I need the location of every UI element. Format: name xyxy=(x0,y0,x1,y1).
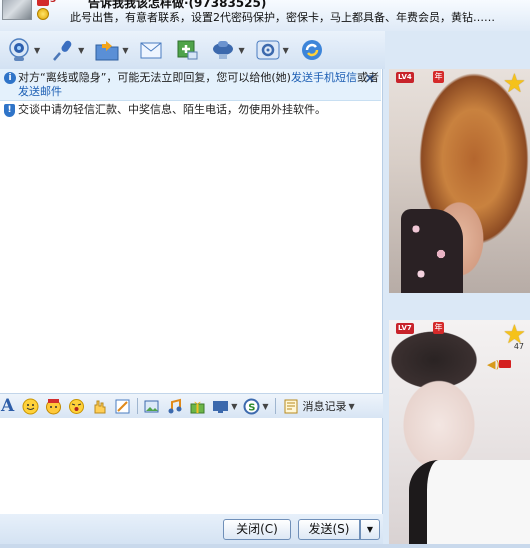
speaker-icon[interactable]: ◀) xyxy=(487,358,500,371)
gift-icon xyxy=(190,401,205,413)
contact-avatar[interactable] xyxy=(2,0,32,20)
level-indicator: 3 xyxy=(50,0,57,5)
send-file-button[interactable]: ▼ xyxy=(94,37,128,63)
music-icon xyxy=(168,398,182,413)
message-input[interactable] xyxy=(0,418,383,514)
toolbar-divider xyxy=(274,398,276,414)
chevron-down-icon[interactable]: ▼ xyxy=(78,46,84,55)
screen-share-button[interactable]: ▼ xyxy=(212,398,237,415)
gift-button[interactable] xyxy=(189,398,206,415)
contact-signature: 此号出售，有意者联系，设置2代密码保护，密保卡，马上都具备、年费会员，黄钻…… xyxy=(70,11,495,24)
chevron-down-icon[interactable]: ▼ xyxy=(122,46,128,55)
remote-assist-icon xyxy=(213,41,234,59)
search-button[interactable]: S ▼ xyxy=(243,398,269,415)
level-badge: LV4 xyxy=(396,72,414,83)
voice-call-button[interactable]: ▼ xyxy=(50,37,84,63)
remote-assist-button[interactable]: ▼ xyxy=(210,37,245,63)
settings-button[interactable]: ▼ xyxy=(255,37,289,63)
chevron-down-icon[interactable]: ▼ xyxy=(34,46,40,55)
send-email-icon xyxy=(140,42,162,59)
local-video-frame xyxy=(409,460,530,544)
video-call-button[interactable]: ▼ xyxy=(6,37,40,63)
shake-window-button[interactable] xyxy=(68,398,85,415)
edit-image-button[interactable] xyxy=(114,398,131,415)
star-icon: ★ xyxy=(502,69,526,99)
chevron-down-icon[interactable]: ▼ xyxy=(231,402,237,411)
history-icon xyxy=(284,399,298,413)
message-history-label: 消息记录 xyxy=(302,400,347,413)
year-member-badge: 年 xyxy=(433,71,444,83)
year-member-badge: 年 xyxy=(433,322,444,334)
input-toolbar: A ▼ S ▼ 消息记录 ▼ xyxy=(0,393,383,418)
screenshot-button[interactable] xyxy=(143,398,160,415)
send-file-icon xyxy=(95,41,119,61)
font-icon[interactable]: A xyxy=(1,397,14,415)
toolbar-divider xyxy=(137,398,139,414)
shake-window-icon xyxy=(69,398,85,414)
emoticon-icon xyxy=(22,398,39,414)
info-icon: i xyxy=(4,72,16,84)
create-group-button[interactable] xyxy=(174,37,200,63)
send-sms-link[interactable]: 发送手机短信 xyxy=(291,71,357,84)
edit-image-icon xyxy=(115,399,130,413)
microphone-icon xyxy=(53,40,72,61)
video-divider xyxy=(389,293,530,320)
magic-face-button[interactable] xyxy=(45,398,62,415)
emoticon-button[interactable] xyxy=(22,398,39,415)
magic-face-icon xyxy=(46,398,62,414)
window-bottom-edge xyxy=(0,544,530,548)
search-icon: S xyxy=(243,398,260,414)
message-history-button[interactable]: 消息记录 ▼ xyxy=(283,398,355,415)
main-toolbar: ▼ ▼ ▼ ▼ ▼ xyxy=(0,31,385,69)
screenshot-icon xyxy=(144,400,159,412)
star-count: 47 xyxy=(513,342,524,351)
video-camera-icon xyxy=(9,38,29,61)
chevron-down-icon[interactable]: ▼ xyxy=(262,402,268,411)
close-button[interactable]: 关闭(C) xyxy=(223,519,291,540)
gesture-button[interactable] xyxy=(91,398,108,415)
local-video-panel[interactable]: LV7 年 ★ 47 ◀) xyxy=(389,320,530,544)
send-options-dropdown[interactable]: ▼ xyxy=(360,519,380,540)
send-button[interactable]: 发送(S) xyxy=(298,519,360,540)
create-group-icon xyxy=(177,40,198,60)
chevron-down-icon[interactable]: ▼ xyxy=(283,46,289,55)
offline-notice-bar: i 对方“离线或隐身”，可能无法立即回复，您可以给他(她)发送手机短信或者发送邮… xyxy=(0,69,381,101)
security-warning: ! 交谈中请勿轻信汇款、中奖信息、陌生电话，勿使用外挂软件。 xyxy=(0,103,381,119)
chevron-down-icon[interactable]: ▼ xyxy=(349,402,355,411)
send-email-link[interactable]: 发送邮件 xyxy=(18,85,62,98)
chevron-down-icon[interactable]: ▼ xyxy=(238,46,244,55)
close-icon[interactable]: × xyxy=(365,71,375,85)
remote-video-panel[interactable]: LV4 年 ★ xyxy=(389,69,530,293)
send-email-button[interactable] xyxy=(138,37,164,63)
warning-text: 交谈中请勿轻信汇款、中奖信息、陌生电话，勿使用外挂软件。 xyxy=(18,103,326,116)
remote-video-frame xyxy=(401,209,463,293)
music-button[interactable] xyxy=(166,398,183,415)
svg-text:S: S xyxy=(249,402,256,413)
chat-header: 3 告诉我我该怎样做·(97383525) 此号出售，有意者联系，设置2代密码保… xyxy=(0,0,530,31)
screen-share-icon xyxy=(213,400,229,413)
mic-off-icon[interactable] xyxy=(499,360,511,368)
notice-text: 对方“离线或隐身”，可能无法立即回复，您可以给他(她) xyxy=(18,71,291,84)
message-display-area[interactable]: i 对方“离线或隐身”，可能无法立即回复，您可以给他(她)发送手机短信或者发送邮… xyxy=(0,69,383,393)
footer-bar: 关闭(C) 发送(S) ▼ xyxy=(0,514,383,548)
app-center-button[interactable] xyxy=(299,37,325,63)
vip-crown-icon xyxy=(37,8,49,20)
gesture-icon xyxy=(94,400,106,413)
settings-icon xyxy=(256,40,280,60)
app-center-icon xyxy=(301,40,322,60)
status-icon xyxy=(37,0,49,6)
level-badge: LV7 xyxy=(396,323,414,334)
shield-icon: ! xyxy=(4,104,15,117)
